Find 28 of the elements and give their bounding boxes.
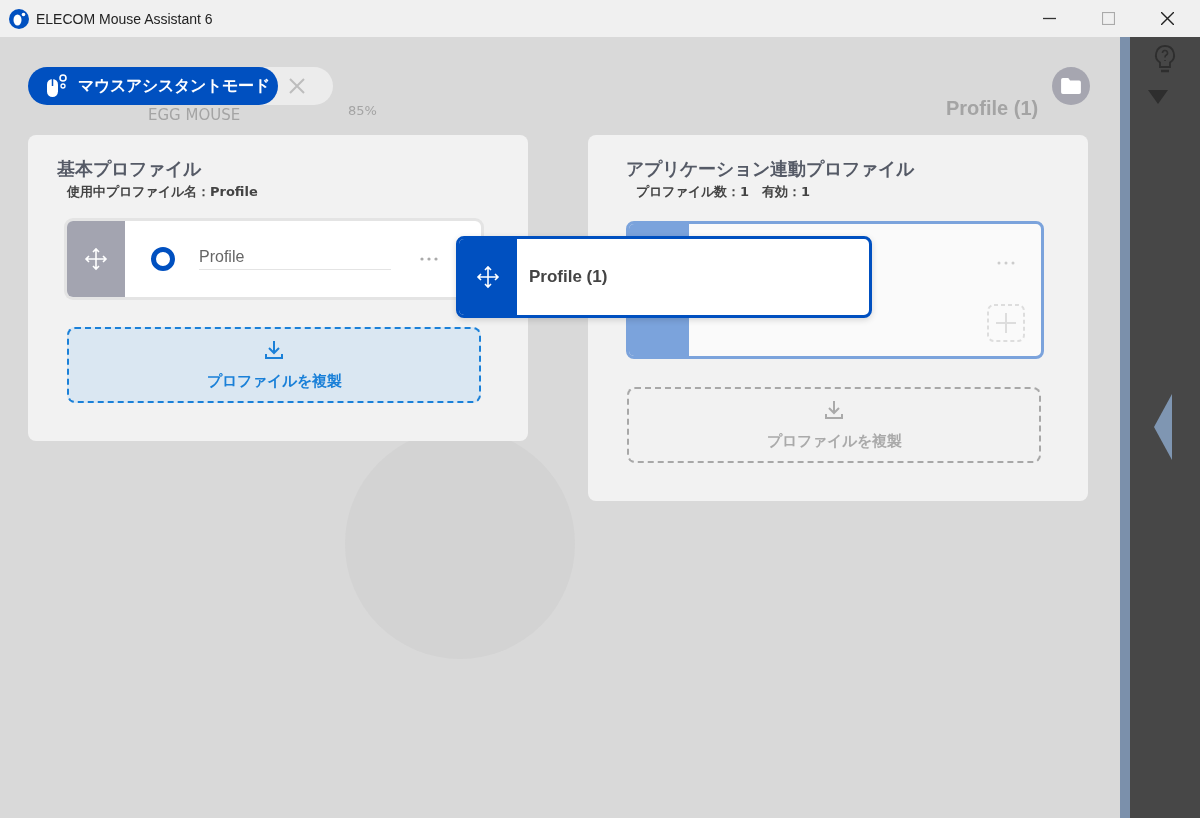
card-subtitle: プロファイル数：1 有効：1 [636, 183, 812, 201]
profile-name-field[interactable]: Profile [199, 248, 391, 270]
card-title: アプリケーション連動プロファイル [626, 157, 916, 181]
mode-tab[interactable]: マウスアシスタントモード [28, 67, 333, 105]
profile-item[interactable]: Profile [67, 221, 481, 297]
more-icon[interactable] [420, 257, 438, 261]
card-title: 基本プロファイル [57, 157, 203, 181]
add-icon[interactable] [987, 304, 1025, 342]
drag-preview-overlay[interactable]: Profile (1) [456, 236, 872, 318]
move-icon [84, 247, 108, 271]
app-logo-icon [9, 8, 29, 29]
download-icon [824, 399, 844, 420]
window-title: ELECOM Mouse Assistant 6 [36, 10, 213, 27]
mouse-gear-icon [44, 73, 68, 99]
folder-button[interactable] [1052, 67, 1090, 105]
maximize-icon[interactable] [1102, 12, 1115, 25]
card-subtitle: 使用中プロファイル名：Profile [67, 183, 259, 201]
folder-icon [1060, 77, 1082, 95]
duplicate-button[interactable]: プロファイルを複製 [67, 327, 481, 403]
download-icon [264, 339, 284, 360]
profile-name: Profile (1) [529, 267, 608, 287]
move-icon [476, 265, 500, 289]
dropdown-icon[interactable] [1148, 90, 1168, 104]
close-icon[interactable] [1161, 12, 1174, 25]
more-icon[interactable] [997, 261, 1015, 265]
collapse-arrow-icon[interactable] [1154, 394, 1172, 460]
drag-handle[interactable] [67, 221, 125, 297]
radio-button[interactable] [151, 247, 175, 271]
